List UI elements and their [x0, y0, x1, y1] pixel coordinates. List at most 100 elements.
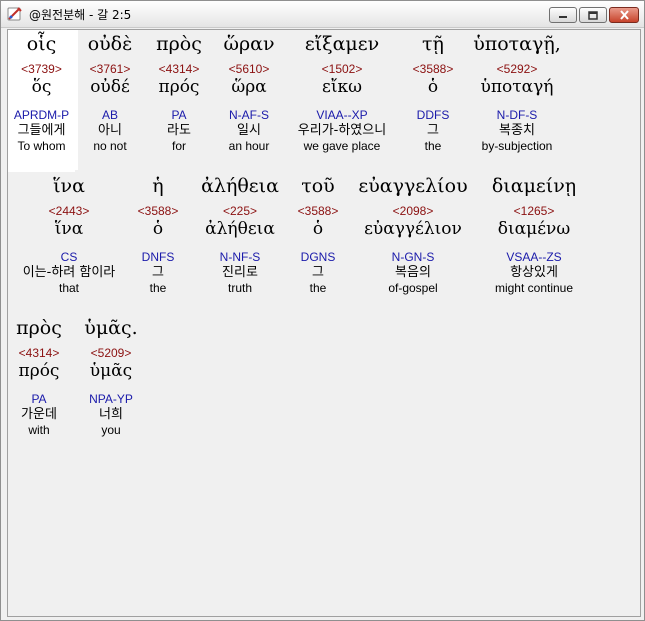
parsing-code: APRDM-P — [13, 108, 70, 122]
lemma: ἀλήθεια — [205, 219, 275, 239]
strong-number[interactable]: <5209> — [78, 346, 144, 360]
english-gloss: truth — [227, 281, 252, 295]
korean-gloss: 우리가-하였으니 — [297, 123, 387, 138]
korean-gloss: 그 — [152, 265, 164, 280]
korean-gloss: 진리로 — [222, 265, 258, 280]
word-block[interactable]: τοῦ <3588> ὁ DGNS 그 the — [292, 174, 344, 296]
strong-number[interactable]: <4314> — [146, 62, 212, 76]
greek-word: ἵνα — [53, 175, 85, 197]
maximize-icon — [588, 10, 598, 20]
parsing-code: AB — [101, 108, 118, 122]
maximize-button[interactable] — [579, 7, 607, 23]
korean-gloss: 아니 — [98, 123, 122, 138]
strong-number[interactable]: <3588> — [292, 204, 344, 218]
word-block[interactable]: εὐαγγελίου <2098> εὐαγγέλιον N-GN-S 복음의 … — [348, 174, 478, 296]
window-title: @원전분해 - 갈 2:5 — [29, 8, 132, 22]
strong-number[interactable]: <3588> — [404, 62, 462, 76]
english-gloss: for — [171, 139, 186, 153]
parsing-code: VIAA--XP — [316, 108, 368, 122]
korean-gloss: 그들에게 — [17, 123, 66, 138]
strong-number[interactable]: <3588> — [132, 204, 184, 218]
greek-word: οὐδὲ — [87, 33, 133, 55]
strong-number[interactable]: <3739> — [8, 62, 75, 76]
word-block[interactable]: ὑμᾶς. <5209> ὑμᾶς NPA-YP 너희 you — [78, 316, 144, 438]
korean-gloss: 너희 — [99, 407, 123, 422]
greek-word: τοῦ — [301, 175, 335, 197]
english-gloss: that — [58, 281, 79, 295]
lemma: ὥρα — [231, 77, 267, 97]
word-block[interactable]: ὥραν <5610> ὥρα N-AF-S 일시 an hour — [216, 32, 282, 154]
greek-word: πρὸς — [156, 33, 202, 55]
greek-word: οἷς — [26, 33, 57, 55]
word-block[interactable]: πρὸς <4314> πρός PA 라도 for — [146, 32, 212, 154]
minimize-button[interactable] — [549, 7, 577, 23]
lemma: διαμένω — [497, 219, 571, 239]
minimize-icon — [559, 16, 567, 18]
korean-gloss: 복음의 — [395, 265, 431, 280]
strong-number[interactable]: <5292> — [464, 62, 570, 76]
greek-word: πρὸς — [16, 317, 62, 339]
word-block[interactable]: τῇ <3588> ὁ DDFS 그 the — [404, 32, 462, 154]
parsing-code: NPA-YP — [89, 392, 133, 406]
parsing-code: DGNS — [300, 250, 336, 264]
greek-word: ὑμᾶς. — [84, 317, 138, 339]
parsing-code: DNFS — [141, 250, 175, 264]
english-gloss: the — [309, 281, 327, 295]
app-icon — [7, 7, 22, 21]
lemma: πρός — [18, 361, 60, 381]
parsing-code: N-DF-S — [496, 108, 538, 122]
english-gloss: the — [149, 281, 167, 295]
english-gloss: might continue — [494, 281, 574, 295]
english-gloss: the — [424, 139, 442, 153]
korean-gloss: 일시 — [237, 123, 261, 138]
lemma: ὑμᾶς — [89, 361, 133, 381]
parsing-code: VSAA--ZS — [506, 250, 562, 264]
word-block[interactable]: διαμείνῃ <1265> διαμένω VSAA--ZS 항상있게 mi… — [482, 174, 586, 296]
strong-number[interactable]: <2098> — [348, 204, 478, 218]
greek-word: ἀλήθεια — [201, 175, 279, 197]
word-block[interactable]: ἡ <3588> ὁ DNFS 그 the — [132, 174, 184, 296]
strong-number[interactable]: <1502> — [284, 62, 400, 76]
greek-word: τῇ — [422, 33, 444, 55]
lemma: ὑποταγή — [480, 77, 554, 97]
word-block[interactable]: εἴξαμεν <1502> εἴκω VIAA--XP 우리가-하였으니 we… — [284, 32, 400, 154]
greek-word: ὥραν — [223, 33, 275, 55]
title-bar[interactable]: @원전분해 - 갈 2:5 — [1, 1, 644, 28]
strong-number[interactable]: <1265> — [482, 204, 586, 218]
word-block[interactable]: οὐδὲ <3761> οὐδέ AB 아니 no not — [80, 32, 140, 154]
greek-word: διαμείνῃ — [491, 175, 577, 197]
interlinear-pane[interactable]: οἷς <3739> ὅς APRDM-P 그들에게 To whom οὐδὲ … — [7, 29, 641, 617]
english-gloss: no not — [93, 139, 127, 153]
greek-word: ἡ — [152, 175, 164, 197]
greek-word: εὐαγγελίου — [358, 175, 468, 197]
english-gloss: of-gospel — [388, 281, 438, 295]
close-button[interactable] — [609, 7, 639, 23]
word-block[interactable]: πρὸς <4314> πρός PA 가운데 with — [8, 316, 70, 438]
english-gloss: you — [101, 423, 121, 437]
parsing-code: DDFS — [416, 108, 450, 122]
word-block[interactable]: οἷς <3739> ὅς APRDM-P 그들에게 To whom — [8, 32, 75, 172]
korean-gloss: 이는-하려 함이라 — [22, 265, 116, 280]
greek-word: εἴξαμεν — [304, 33, 380, 55]
lemma: ὅς — [31, 77, 52, 97]
korean-gloss: 그 — [427, 123, 439, 138]
parsing-code: CS — [60, 250, 78, 264]
close-icon — [619, 10, 629, 20]
word-block[interactable]: ἀλήθεια <225> ἀλήθεια N-NF-S 진리로 truth — [192, 174, 288, 296]
korean-gloss: 라도 — [167, 123, 191, 138]
strong-number[interactable]: <5610> — [216, 62, 282, 76]
greek-word: ὑποταγῇ, — [473, 33, 561, 55]
strong-number[interactable]: <225> — [192, 204, 288, 218]
strong-number[interactable]: <4314> — [8, 346, 70, 360]
word-block[interactable]: ὑποταγῇ, <5292> ὑποταγή N-DF-S 복종치 by-su… — [464, 32, 570, 154]
strong-number[interactable]: <3761> — [80, 62, 140, 76]
strong-number[interactable]: <2443> — [8, 204, 130, 218]
app-window: @원전분해 - 갈 2:5 οἷς <3739> ὅς APRDM-P 그들에게… — [0, 0, 645, 621]
parsing-code: N-AF-S — [229, 108, 269, 122]
lemma: ὁ — [152, 219, 164, 239]
korean-gloss: 가운데 — [21, 407, 57, 422]
lemma: εἴκω — [322, 77, 362, 97]
word-block[interactable]: ἵνα <2443> ἵνα CS 이는-하려 함이라 that — [8, 174, 130, 296]
english-gloss: with — [28, 423, 50, 437]
korean-gloss: 항상있게 — [510, 265, 558, 280]
